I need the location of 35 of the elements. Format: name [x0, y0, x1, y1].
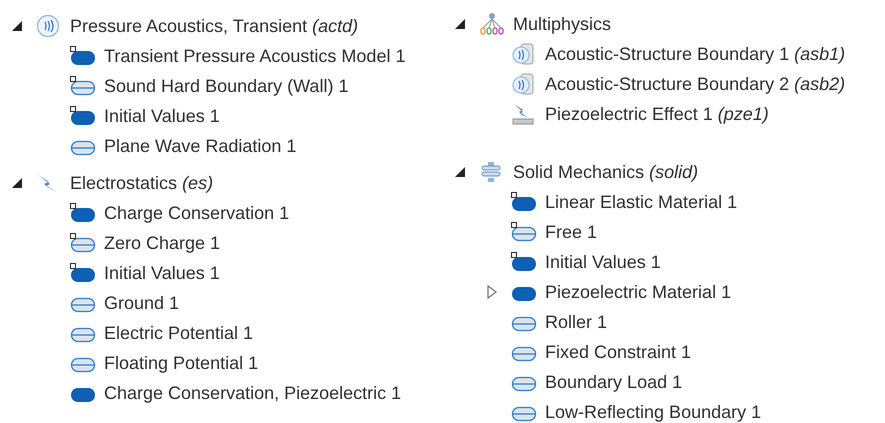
- tree-node-label[interactable]: Boundary Load 1: [545, 372, 682, 392]
- lightning-plate-icon: [511, 102, 535, 126]
- tree-node-label[interactable]: Free 1: [545, 222, 598, 242]
- tree-node-label[interactable]: Fixed Constraint 1: [545, 342, 692, 362]
- collapse-arrow-icon[interactable]: [455, 19, 465, 29]
- spring-icon: [479, 160, 503, 184]
- tree-node-label[interactable]: Multiphysics: [513, 14, 612, 34]
- expand-arrow-icon[interactable]: [487, 285, 497, 299]
- collapse-arrow-icon[interactable]: [455, 167, 465, 177]
- tree-node-label[interactable]: Charge Conservation 1: [104, 202, 290, 224]
- tree-node-label[interactable]: Ground 1: [104, 292, 180, 314]
- tree-node-label[interactable]: Initial Values 1: [545, 252, 661, 272]
- multiphysics-icon: [479, 12, 505, 36]
- tree-node-label[interactable]: Acoustic-Structure Boundary 2 (asb2): [545, 74, 846, 94]
- tree-node-label[interactable]: Plane Wave Radiation 1: [104, 136, 296, 156]
- tree-node-label[interactable]: Acoustic-Structure Boundary 1 (asb1): [545, 44, 846, 64]
- tree-node-label[interactable]: Roller 1: [545, 312, 608, 332]
- collapse-arrow-icon[interactable]: [12, 21, 22, 31]
- tree-node-label[interactable]: Low-Reflecting Boundary 1: [545, 402, 762, 422]
- tree-node-label[interactable]: Transient Pressure Acoustics Model 1: [104, 46, 406, 66]
- sound-wave-icon: [36, 14, 60, 38]
- tree-node-label[interactable]: Piezoelectric Material 1: [545, 282, 732, 302]
- tree-node-label[interactable]: Pressure Acoustics, Transient (actd): [70, 16, 358, 36]
- tree-node-label[interactable]: Floating Potential 1: [104, 352, 258, 374]
- tree-node-label[interactable]: Piezoelectric Effect 1 (pze1): [545, 104, 769, 124]
- tree-node-label[interactable]: Electric Potential 1: [104, 322, 254, 344]
- tree-node-label[interactable]: Initial Values 1: [104, 106, 220, 126]
- tree-node-label[interactable]: Initial Values 1: [104, 262, 220, 284]
- tree-node-label[interactable]: Zero Charge 1: [104, 232, 220, 254]
- tree-node-label[interactable]: Electrostatics (es): [70, 172, 214, 194]
- tree-node-label[interactable]: Charge Conservation, Piezoelectric 1: [104, 382, 402, 404]
- tree-node-label[interactable]: Solid Mechanics (solid): [513, 162, 698, 182]
- tree-node-label[interactable]: Linear Elastic Material 1: [545, 192, 738, 212]
- tree-node-label[interactable]: Sound Hard Boundary (Wall) 1: [104, 76, 348, 96]
- collapse-arrow-icon[interactable]: [12, 178, 22, 188]
